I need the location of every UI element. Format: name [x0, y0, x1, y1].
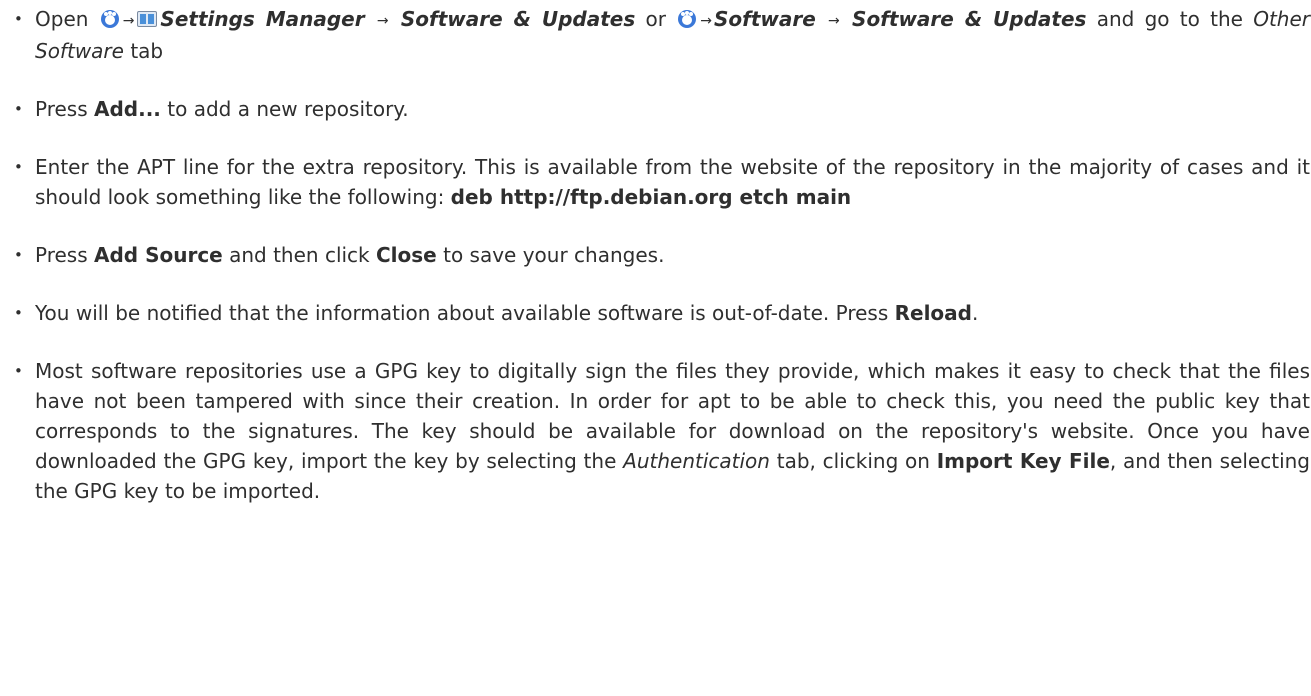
step-text: and go to the — [1096, 7, 1243, 31]
settings-manager-link: Settings Manager — [160, 7, 365, 31]
list-item: You will be notified that the informatio… — [14, 298, 1310, 328]
step-text: You will be notified that the informatio… — [35, 301, 889, 325]
step-text: Open — [35, 7, 89, 31]
software-link: Software — [713, 7, 816, 31]
list-item: Most software repositories use a GPG key… — [14, 356, 1310, 506]
step-text: Press — [35, 243, 88, 267]
whisker-menu-icon — [100, 10, 119, 28]
button-name: Import Key File — [936, 449, 1110, 473]
step-text: tab — [130, 39, 164, 63]
button-name: Add... — [94, 97, 161, 121]
list-item: Enter the APT line for the extra reposit… — [14, 152, 1310, 212]
settings-manager-icon — [137, 11, 158, 27]
arrow-glyph: → — [700, 13, 712, 29]
software-updates-link: Software & Updates — [400, 7, 636, 31]
step-text: Press — [35, 97, 88, 121]
step-text: to save your changes. — [443, 243, 665, 267]
list-item: Press Add Source and then click Close to… — [14, 240, 1310, 270]
step-text: tab, clicking on — [776, 449, 930, 473]
step-text: or — [645, 7, 666, 31]
whisker-menu-icon — [678, 10, 697, 28]
apt-line: deb http://ftp.debian.org etch main — [450, 185, 852, 209]
button-name: Add Source — [94, 243, 223, 267]
arrow-glyph: → — [376, 13, 389, 29]
arrow-glyph: → — [122, 13, 135, 29]
tab-name: Authentication — [623, 449, 770, 473]
step-text: to add a new repository. — [167, 97, 409, 121]
button-name: Reload — [894, 301, 972, 325]
button-name: Close — [376, 243, 437, 267]
step-text: and then click — [229, 243, 370, 267]
step-text: . — [971, 301, 979, 325]
list-item: Open → Settings Manager → Software & Upd… — [14, 0, 1310, 66]
arrow-glyph: → — [828, 13, 840, 29]
list-item: Press Add... to add a new repository. — [14, 94, 1310, 124]
software-updates-link: Software & Updates — [852, 7, 1087, 31]
instruction-list: Open → Settings Manager → Software & Upd… — [0, 0, 1311, 506]
